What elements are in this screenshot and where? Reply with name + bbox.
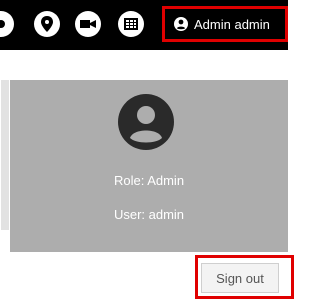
top-navigation-bar: Admin admin — [0, 0, 288, 50]
partial-circle-icon[interactable] — [0, 11, 14, 37]
grid-icon[interactable] — [118, 11, 144, 37]
role-text: Role: Admin — [113, 173, 185, 188]
left-edge — [0, 50, 10, 304]
video-camera-icon[interactable] — [75, 11, 101, 37]
sign-out-button[interactable]: Sign out — [201, 263, 279, 293]
user-account-icon — [174, 17, 188, 31]
user-text: User: admin — [113, 207, 185, 222]
user-menu-label: Admin admin — [194, 16, 270, 32]
user-menu-button[interactable]: Admin admin — [162, 6, 288, 42]
location-pin-icon[interactable] — [34, 11, 60, 37]
avatar — [118, 94, 174, 150]
sign-out-area: Sign out — [10, 252, 294, 304]
user-profile-panel: Role: Admin User: admin — [10, 80, 288, 252]
